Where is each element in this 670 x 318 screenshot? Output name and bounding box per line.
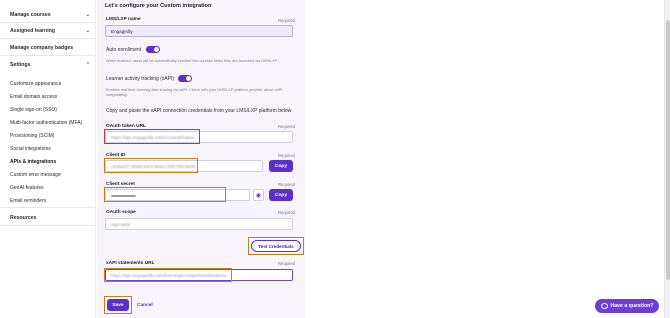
sidebar-section-label: Resources [10,215,37,221]
oauth-scope-value: xapi:write [111,221,131,227]
chevron-up-icon: ⌃ [85,62,90,68]
auto-enrollment-toggle[interactable] [146,46,160,53]
sidebar-item-apis-integrations[interactable]: APIs & integrations [10,159,56,165]
form-heading: Let's configure your Custom integration [105,3,212,9]
chevron-down-icon: ⌄ [85,12,90,18]
sidebar-section-company-badges[interactable]: Manage company badges [0,39,96,56]
auto-enrollment-help: When enabled, users will be automaticall… [106,59,278,63]
lms-name-input[interactable]: Engagedly [105,25,293,37]
highlight-box [248,237,304,255]
highlight-box [104,268,232,282]
sidebar-item-mfa[interactable]: Multi-factor authentication (MFA) [10,120,82,126]
scrollbar-thumb[interactable] [666,20,670,280]
required-note: Required [278,18,295,23]
highlight-box [104,187,226,202]
sidebar-item-scim[interactable]: Provisioning (SCIM) [10,133,54,139]
sidebar-section-label: Manage company badges [10,45,74,51]
xapi-url-label: xAPI statements URL [106,261,155,266]
copy-client-secret-button[interactable]: Copy [269,189,293,201]
help-chat-button[interactable]: Have a question? [595,299,659,313]
auto-enrollment-label: Auto enrollment [106,47,142,53]
sidebar-settings-header[interactable]: Settings ⌃ [10,62,90,68]
sidebar-section-label: Manage courses [10,12,51,18]
sidebar: Manage courses ⌄ Assigned learning ⌄ Man… [0,0,96,318]
oauth-scope-input[interactable]: xapi:write [105,218,293,230]
page-scrollbar[interactable] [664,0,670,318]
required-note: Required [278,210,295,215]
highlight-box [104,296,132,314]
highlight-box [104,158,198,173]
highlight-box [104,129,200,144]
required-note: Required [278,124,295,129]
copy-instruction: Copy and paste the xAPI connection crede… [106,108,292,114]
lms-name-label: LMS/LXP name [106,17,141,22]
sidebar-section-manage-courses[interactable]: Manage courses ⌄ [0,7,96,23]
sidebar-section-resources[interactable]: Resources [0,208,96,226]
sidebar-section-settings: Settings ⌃ Customize appearance Email do… [0,56,96,208]
sidebar-section-assigned-learning[interactable]: Assigned learning ⌄ [0,23,96,39]
sidebar-item-sso[interactable]: Single sign-on (SSO) [10,107,57,113]
sidebar-item-email-domain-access[interactable]: Email domain access [10,94,57,100]
chevron-down-icon: ⌄ [85,28,90,34]
sidebar-item-email-reminders[interactable]: Email reminders [10,198,46,204]
sidebar-item-social-integrations[interactable]: Social integrations [10,146,51,152]
oauth-scope-label: OAuth scope [106,210,136,215]
activity-tracking-toggle[interactable] [178,75,192,82]
copy-client-id-button[interactable]: Copy [269,160,293,172]
required-note: Required [278,182,295,187]
help-chat-label: Have a question? [610,303,654,309]
cancel-link[interactable]: Cancel [137,303,153,308]
sidebar-item-genai-features[interactable]: GenAI features [10,185,44,191]
sidebar-item-customize-appearance[interactable]: Customize appearance [10,81,61,87]
chat-bubble-icon [600,303,608,309]
activity-tracking-help: Enables real-time learning data sharing … [106,88,283,97]
sidebar-section-label: Settings [10,62,31,68]
eye-icon[interactable]: ◉ [253,189,264,201]
required-note: Required [278,261,295,266]
activity-tracking-label: Learner activity tracking (xAPI) [106,76,175,82]
sidebar-item-custom-error-message[interactable]: Custom error message [10,172,61,178]
required-note: Required [278,153,295,158]
sidebar-section-label: Assigned learning [10,28,55,34]
main-area [305,0,670,318]
